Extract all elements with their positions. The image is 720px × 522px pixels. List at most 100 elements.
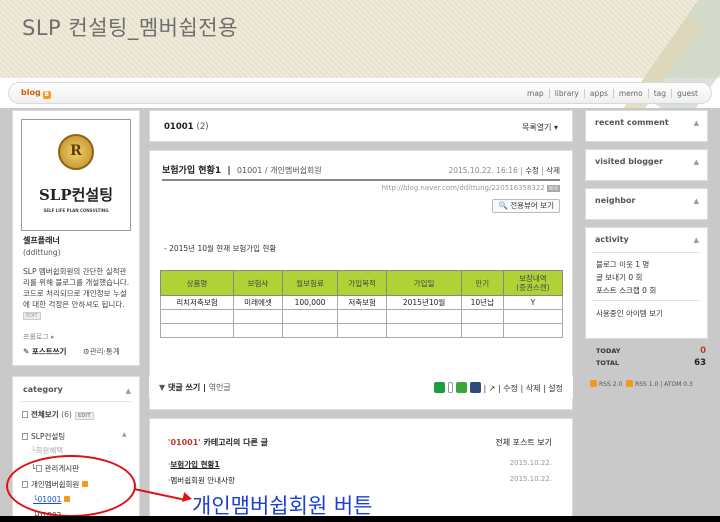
table-cell: 100,000 [282, 295, 339, 310]
document-icon [22, 433, 28, 440]
table-row [160, 309, 564, 324]
table-header: 월보험료 [282, 270, 339, 296]
post-title: 보험가입 현황1 | 01001 / 개인멤버쉽회원 [162, 166, 322, 176]
table-cell: 미래에셋 [232, 295, 284, 310]
menu-guest[interactable]: guest [671, 89, 703, 98]
write-post-link[interactable]: ✎ 포스트쓰기 [23, 346, 66, 357]
menu-memo[interactable]: memo [612, 89, 648, 98]
rss-icon [626, 380, 634, 387]
list-item[interactable]: ·멤버쉽회원 안내사항 2015.10.22. [168, 475, 552, 486]
category-all[interactable]: 전체보기 (6) EDIT [22, 409, 94, 420]
profile-id: (ddittung) [23, 248, 61, 257]
category-benefits[interactable]: └회원혜택 [31, 445, 63, 456]
rss-links: RSS 2.0 RSS 1.0 | ATOM 0.3 [590, 380, 693, 388]
profile-image-subtitle: SELF LIFE PLAN CONSULTING [43, 208, 109, 213]
list-toggle-button[interactable]: 목록열기 ▾ [522, 122, 558, 133]
list-title: 01001 (2) [164, 122, 209, 132]
table-cell: 리치저축보험 [160, 295, 234, 310]
menu-library[interactable]: library [548, 89, 584, 98]
rss2-link[interactable]: RSS 2.0 [599, 381, 622, 388]
table-cell: Y [502, 295, 564, 310]
gear-icon: ⚙ [83, 347, 90, 356]
post-delete-link[interactable]: 삭제 [546, 166, 560, 175]
share-icon[interactable] [433, 382, 445, 393]
items-link[interactable]: 사용중인 아이템 보기 [596, 308, 663, 319]
action-delete[interactable]: 삭제 [526, 384, 541, 393]
top-menu: map library apps memo tag guest [522, 89, 703, 98]
bottom-bar [0, 516, 720, 522]
profile-image[interactable]: SLP컨설팅 SELF LIFE PLAN CONSULTING [21, 119, 131, 231]
post-tools: | ↗ | 수정 | 삭제 | 설정 [433, 382, 563, 394]
total-count: 63 [694, 358, 706, 368]
activity-header: activity [595, 235, 629, 244]
trackback-link[interactable]: 엮인글 [209, 383, 231, 392]
table-header: 만기 [460, 270, 504, 296]
collapse-icon[interactable]: ▲ [694, 158, 699, 166]
share-icon[interactable] [447, 382, 453, 393]
table-header: 가입목적 [337, 270, 388, 296]
rss1-link[interactable]: RSS 1.0 [635, 381, 658, 388]
magnifier-icon: 🔍 [498, 201, 508, 210]
viewer-button[interactable]: 🔍 전용뷰어 보기 [492, 199, 560, 213]
write-comment-link[interactable]: 댓글 쓰기 [168, 383, 200, 392]
post-body-text: - 2015년 10월 현재 보험가입 현황 [164, 244, 277, 253]
category-slp[interactable]: SLP컨설팅 ▲ [22, 431, 127, 442]
table-cell: 저축보험 [337, 295, 388, 310]
visited-blogger-header[interactable]: visited blogger [595, 157, 663, 166]
post-actions: ▼ 댓글 쓰기 | 엮인글 | ↗ | 수정 | 삭제 | 설정 [149, 376, 573, 398]
menu-apps[interactable]: apps [583, 89, 613, 98]
star-icon[interactable] [455, 382, 467, 393]
list-item[interactable]: ·보험가입 현황1 2015.10.22. [168, 459, 552, 470]
admin-stats-link[interactable]: ⚙관리·통계 [83, 346, 120, 357]
comment-area: ▼ 댓글 쓰기 | 엮인글 [159, 383, 231, 392]
highlight-circle [6, 455, 136, 517]
insurance-table: 상품명 보험사 월보험료 가입목적 가입일 만기 보장내역 (증권스캔) 리치저… [160, 270, 564, 338]
profile-panel: SLP컨설팅 SELF LIFE PLAN CONSULTING 셀프플래너 (… [12, 110, 140, 366]
table-cell: 2015년10월 [386, 295, 462, 310]
export-icon[interactable]: ↗ [489, 384, 496, 393]
bookmark-icon[interactable] [469, 382, 481, 393]
prolog-link[interactable]: 프롤로그 ▸ [23, 332, 55, 342]
visited-blogger-panel: visited blogger ▲ [585, 149, 708, 181]
post-edit-link[interactable]: 수정 [525, 166, 539, 175]
recent-comment-header[interactable]: recent comment [595, 118, 669, 127]
page: SLP 컨설팅_멤버쉽전용 blog B map library apps mem… [0, 0, 720, 522]
atom-link[interactable]: ATOM 0.3 [664, 381, 693, 388]
menu-tag[interactable]: tag [647, 89, 671, 98]
total-label: TOTAL [596, 359, 620, 367]
profile-image-title: SLP컨설팅 [38, 186, 114, 204]
neighbor-header[interactable]: neighbor [595, 196, 635, 205]
table-header: 가입일 [386, 270, 462, 296]
category-header: category [23, 385, 63, 394]
edit-badge[interactable]: EDIT [23, 312, 41, 320]
edit-badge[interactable]: EDIT [74, 412, 94, 420]
blog-title[interactable]: SLP 컨설팅_멤버쉽전용 [22, 12, 238, 42]
activity-scrap: 포스트 스크랩 0 회 [596, 286, 657, 295]
blog-top-bar: blog B map library apps memo tag guest [8, 82, 712, 104]
post-url[interactable]: http://blog.naver.com/ddittung/220516358… [382, 184, 560, 192]
table-row: 리치저축보험 미래에셋 100,000 저축보험 2015년10월 10년납 Y [160, 295, 564, 310]
collapse-icon[interactable]: ▲ [694, 197, 699, 205]
blog-banner: SLP 컨설팅_멤버쉽전용 [0, 0, 720, 125]
post-meta: 2015.10.22. 16:16 | 수정 | 삭제 [448, 166, 560, 175]
table-cell: 10년납 [460, 295, 504, 310]
collapse-icon[interactable]: ▲ [694, 236, 699, 244]
profile-name: 셀프플래너 [23, 236, 60, 245]
blog-logo[interactable]: blog B [21, 88, 51, 99]
today-label: TODAY [596, 347, 621, 355]
today-count: 0 [700, 346, 706, 356]
copy-badge[interactable]: 복사 [546, 185, 560, 192]
action-settings[interactable]: 설정 [548, 384, 563, 393]
document-icon [22, 411, 28, 418]
collapse-icon[interactable]: ▲ [694, 119, 699, 127]
action-edit[interactable]: 수정 [503, 384, 518, 393]
post: 보험가입 현황1 | 01001 / 개인멤버쉽회원 2015.10.22. 1… [149, 150, 573, 410]
crest-logo-icon [58, 134, 94, 170]
profile-description: SLP 멤버쉽회원의 간단한 실적관리를 위해 블로그를 개설했습니다. 코드로… [23, 267, 130, 320]
collapse-icon[interactable]: ▲ [126, 387, 131, 395]
activity-neighbors: 블로그 이웃 1 명 [596, 260, 650, 269]
activity-send: 글 보내기 0 회 [596, 273, 643, 282]
menu-map[interactable]: map [522, 89, 549, 98]
table-row [160, 323, 564, 338]
all-posts-link[interactable]: 전체 포스트 보기 [495, 437, 552, 448]
